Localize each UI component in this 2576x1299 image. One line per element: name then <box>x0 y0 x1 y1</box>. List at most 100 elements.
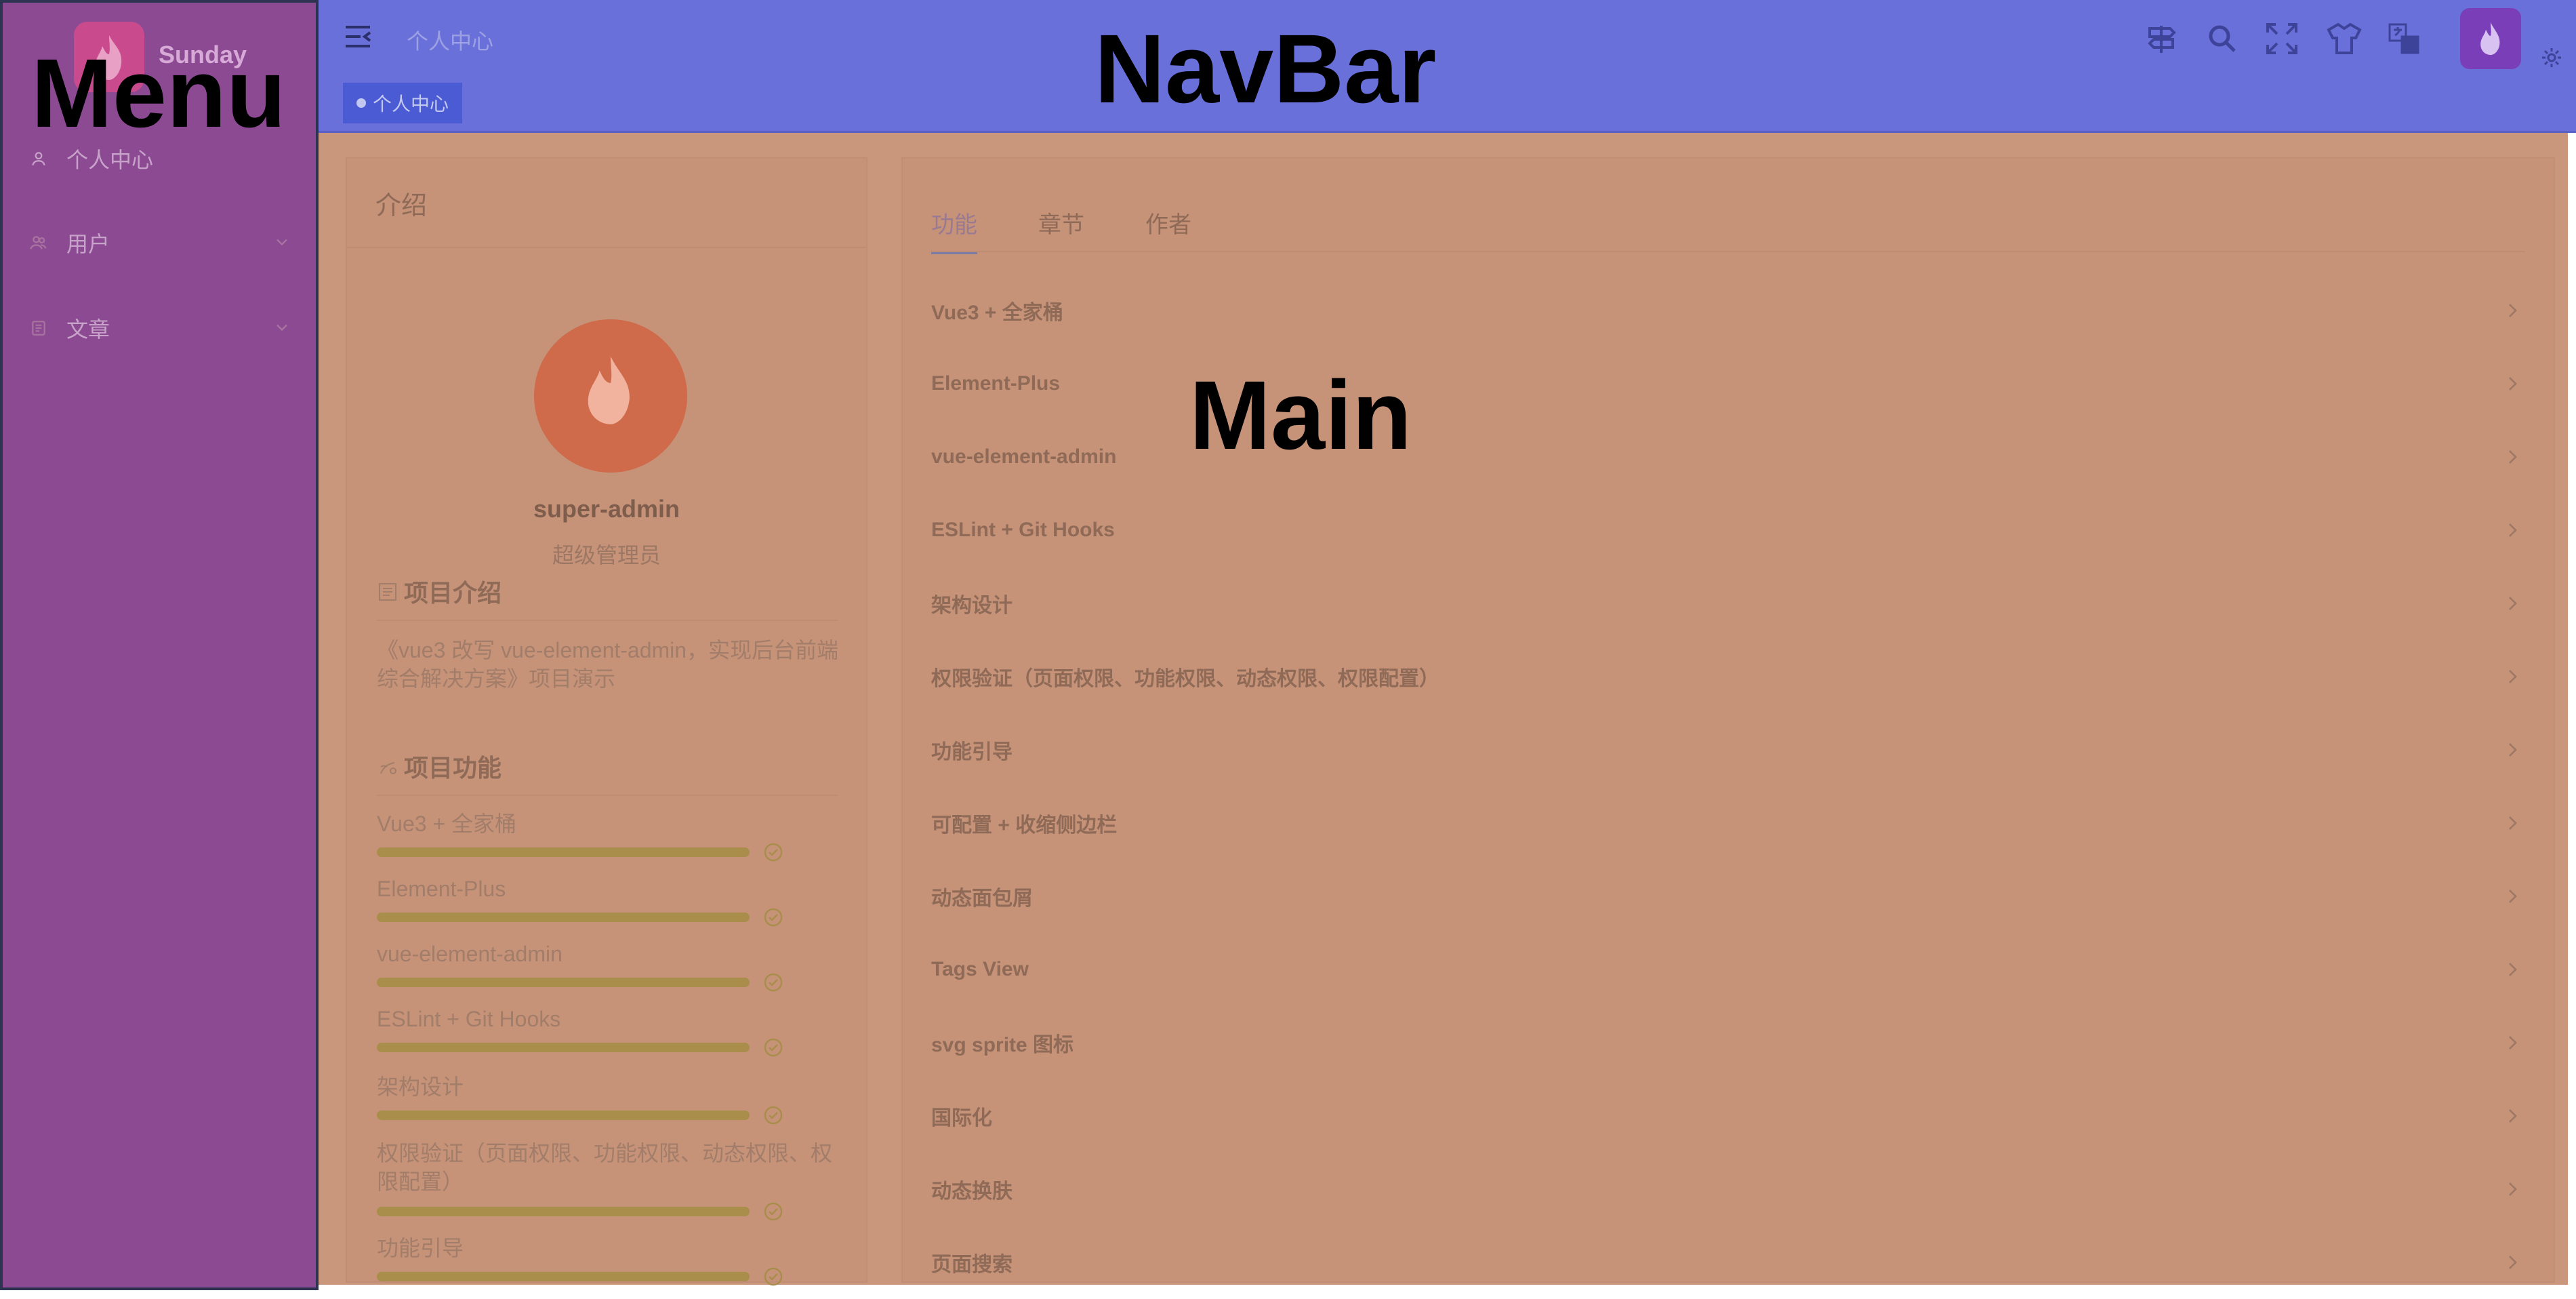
feature-list-item[interactable]: svg sprite 图标 <box>931 1006 2525 1079</box>
check-circle-icon <box>763 1201 783 1222</box>
feature-list-item[interactable]: 页面搜索 <box>931 1226 2525 1299</box>
divider <box>377 795 838 796</box>
chevron-right-icon <box>2503 1179 2521 1199</box>
list-item-label: 权限验证（页面权限、功能权限、动态权限、权限配置） <box>931 668 1439 690</box>
profile-username: super-admin <box>533 495 680 523</box>
guide-icon[interactable] <box>2143 20 2180 57</box>
feature-label: 架构设计 <box>377 1075 464 1099</box>
list-item-label: 可配置 + 收缩侧边栏 <box>931 814 1118 837</box>
main-overlay-label: Main <box>1189 361 1412 470</box>
tab-features[interactable]: 功能 <box>931 206 977 254</box>
chevron-right-icon <box>2503 520 2521 540</box>
divider <box>377 620 838 621</box>
feature-list-item[interactable]: 动态换肤 <box>931 1153 2525 1226</box>
feature-list-item[interactable]: 动态面包屑 <box>931 860 2525 933</box>
feature-label: Element-Plus <box>377 877 506 901</box>
project-features-title: 项目功能 <box>404 754 502 782</box>
navbar: 个人中心 NavBar 个人中心 <box>319 0 2576 133</box>
chevron-right-icon <box>2503 1106 2521 1126</box>
list-item-label: 国际化 <box>931 1107 992 1130</box>
user-icon <box>28 148 49 169</box>
feature-list-item[interactable]: 权限验证（页面权限、功能权限、动态权限、权限配置） <box>931 640 2525 713</box>
chevron-right-icon <box>2503 886 2521 906</box>
tag-label: 个人中心 <box>372 94 449 115</box>
hamburger-icon[interactable] <box>343 23 373 50</box>
search-icon[interactable] <box>2204 20 2241 57</box>
breadcrumb[interactable]: 个人中心 <box>407 24 493 56</box>
check-circle-icon <box>763 1105 783 1125</box>
tabs-divider <box>931 251 2525 252</box>
feature-list-item[interactable]: 国际化 <box>931 1079 2525 1153</box>
project-intro-text: 《vue3 改写 vue-element-admin，实现后台前端综合解决方案》… <box>377 638 839 691</box>
project-intro-heading: 项目介绍 <box>377 574 502 609</box>
feature-progress-bar <box>377 978 750 987</box>
features-card: 功能 章节 作者 Vue3 + 全家桶 Element-Plus vue-ele… <box>901 157 2555 1283</box>
chevron-right-icon <box>2503 374 2521 394</box>
chevron-right-icon <box>2503 300 2521 321</box>
sidebar: Sunday Menu 个人中心 用户 文章 <box>0 0 319 1290</box>
list-item-label: Element-Plus <box>931 372 1061 395</box>
chevron-right-icon <box>2503 813 2521 833</box>
list-item-label: 页面搜索 <box>931 1254 1013 1276</box>
profile-card: 介绍 super-admin 超级管理员 项目介绍 《vue3 改写 vue-e… <box>346 157 867 1286</box>
fullscreen-icon[interactable] <box>2264 20 2300 57</box>
profile-role: 超级管理员 <box>552 543 661 567</box>
sidebar-item-profile[interactable]: 个人中心 <box>28 138 153 179</box>
feature-list-item[interactable]: ESLint + Git Hooks <box>931 494 2525 567</box>
feature-list-item[interactable]: Vue3 + 全家桶 <box>931 274 2525 347</box>
list-item-label: Tags View <box>931 958 1029 980</box>
feature-label: 权限验证（页面权限、功能权限、动态权限、权限配置） <box>377 1141 833 1194</box>
check-circle-icon <box>763 842 783 862</box>
list-item-label: 动态换肤 <box>931 1180 1013 1203</box>
avatar[interactable] <box>2460 8 2521 69</box>
tab-author[interactable]: 作者 <box>1145 206 1191 239</box>
list-item-label: 架构设计 <box>931 595 1013 617</box>
main-area: 介绍 super-admin 超级管理员 项目介绍 《vue3 改写 vue-e… <box>319 133 2576 1290</box>
feature-progress-bar <box>377 847 750 857</box>
chevron-right-icon <box>2503 740 2521 760</box>
theme-icon[interactable] <box>2326 20 2363 57</box>
menu-overlay-label: Menu <box>31 39 286 148</box>
navbar-overlay-label: NavBar <box>1095 14 1437 123</box>
tag-active-dot <box>356 98 366 108</box>
article-icon <box>28 318 49 338</box>
feature-list-item[interactable]: vue-element-admin <box>931 420 2525 494</box>
list-item-label: ESLint + Git Hooks <box>931 519 1115 541</box>
check-circle-icon <box>763 907 783 927</box>
feature-list-item[interactable]: 功能引导 <box>931 713 2525 786</box>
feature-label: ESLint + Git Hooks <box>377 1007 561 1031</box>
feature-label: Vue3 + 全家桶 <box>377 812 517 836</box>
profile-avatar <box>534 319 687 473</box>
list-item-label: 动态面包屑 <box>931 887 1033 910</box>
chevron-down-icon <box>272 317 291 336</box>
project-intro-title: 项目介绍 <box>404 579 502 607</box>
tags-view-tag[interactable]: 个人中心 <box>343 83 462 123</box>
feature-progress-bar <box>377 1207 750 1216</box>
chevron-right-icon <box>2503 1033 2521 1053</box>
feature-list-item[interactable]: 可配置 + 收缩侧边栏 <box>931 786 2525 860</box>
chevron-right-icon <box>2503 593 2521 614</box>
check-circle-icon <box>763 1037 783 1058</box>
feature-list-item[interactable]: 架构设计 <box>931 567 2525 640</box>
list-item-label: svg sprite 图标 <box>931 1034 1074 1056</box>
feature-list-item[interactable]: Tags View <box>931 933 2525 1006</box>
sidebar-item-users[interactable]: 用户 <box>28 222 287 263</box>
chevron-right-icon <box>2503 1252 2521 1273</box>
chevron-down-icon <box>272 232 291 251</box>
chevron-right-icon <box>2503 447 2521 467</box>
check-circle-icon <box>763 972 783 993</box>
sidebar-item-label: 用户 <box>66 232 110 256</box>
feature-label: 功能引导 <box>377 1236 464 1260</box>
sidebar-item-articles[interactable]: 文章 <box>28 308 287 348</box>
chevron-right-icon <box>2503 666 2521 687</box>
language-icon[interactable] <box>2386 20 2422 57</box>
list-item-label: Vue3 + 全家桶 <box>931 302 1063 324</box>
users-icon <box>28 233 49 253</box>
check-circle-icon <box>763 1266 783 1287</box>
feature-progress-bar <box>377 913 750 922</box>
tab-chapters[interactable]: 章节 <box>1038 206 1084 239</box>
feature-progress-bar <box>377 1043 750 1052</box>
tabs: 功能 章节 作者 <box>931 206 1252 254</box>
settings-icon[interactable] <box>2540 46 2563 69</box>
feature-list-item[interactable]: Element-Plus <box>931 347 2525 420</box>
